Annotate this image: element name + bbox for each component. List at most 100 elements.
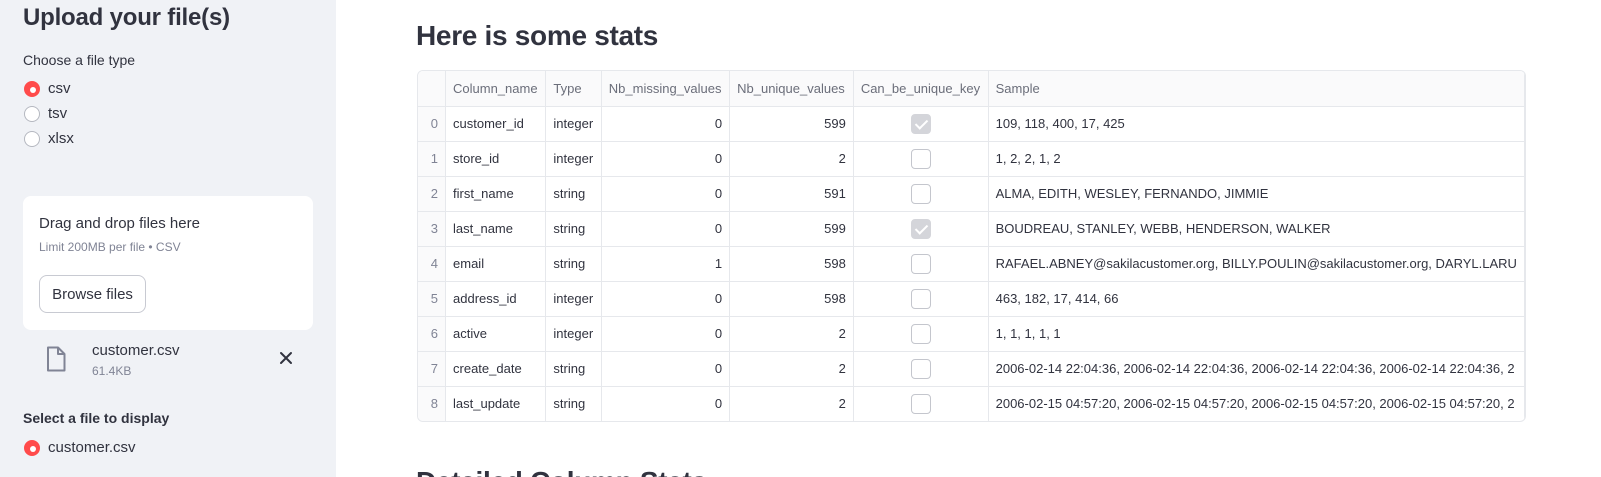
table-cell-name[interactable]: first_name bbox=[445, 176, 547, 212]
row-index-cell[interactable]: 0 bbox=[418, 106, 447, 142]
table-cell-key[interactable] bbox=[853, 211, 989, 247]
file-dropzone[interactable]: Drag and drop files here Limit 200MB per… bbox=[23, 196, 313, 330]
row-index-cell[interactable]: 5 bbox=[418, 281, 447, 317]
radio-button[interactable] bbox=[24, 105, 40, 122]
table-cell-type[interactable]: integer bbox=[545, 316, 602, 352]
table-cell-missing[interactable]: 0 bbox=[601, 281, 731, 317]
table-cell-unique[interactable]: 2 bbox=[729, 386, 854, 421]
table-cell-type[interactable]: string bbox=[545, 211, 602, 247]
table-cell-missing[interactable]: 0 bbox=[601, 316, 731, 352]
row-index-cell[interactable]: 6 bbox=[418, 316, 447, 352]
table-cell-missing[interactable]: 0 bbox=[601, 106, 731, 142]
table-cell-key[interactable] bbox=[853, 281, 989, 317]
table-cell-key[interactable] bbox=[853, 176, 989, 212]
column-header-index[interactable] bbox=[418, 71, 447, 107]
table-cell-missing[interactable]: 0 bbox=[601, 176, 731, 212]
table-cell-unique[interactable]: 599 bbox=[729, 211, 854, 247]
table-cell-missing[interactable]: 1 bbox=[601, 246, 731, 282]
table-cell-name[interactable]: active bbox=[445, 316, 547, 352]
table-cell-key[interactable] bbox=[853, 316, 989, 352]
table-cell-missing[interactable]: 0 bbox=[601, 351, 731, 387]
table-cell-sample[interactable]: 2006-02-14 22:04:36, 2006-02-14 22:04:36… bbox=[988, 351, 1525, 387]
table-cell-sample[interactable]: 463, 182, 17, 414, 66 bbox=[988, 281, 1525, 317]
table-cell-sample[interactable]: 109, 118, 400, 17, 425 bbox=[988, 106, 1525, 142]
unique-key-checkbox[interactable] bbox=[910, 183, 931, 204]
radio-button[interactable] bbox=[24, 439, 40, 456]
radio-button[interactable] bbox=[24, 80, 40, 97]
column-header[interactable]: Nb_missing_values bbox=[601, 71, 731, 107]
row-index-cell[interactable]: 4 bbox=[418, 246, 447, 282]
table-cell-key[interactable] bbox=[853, 106, 989, 142]
unique-key-checkbox[interactable] bbox=[910, 253, 931, 274]
column-header[interactable]: Nb_unique_values bbox=[729, 71, 854, 107]
uploaded-file: customer.csv 61.4KB bbox=[44, 340, 314, 384]
table-cell-type[interactable]: string bbox=[545, 176, 602, 212]
column-header[interactable]: Sample bbox=[988, 71, 1525, 107]
uploaded-file-size: 61.4KB bbox=[92, 364, 132, 378]
stats-table[interactable]: Column_name Type Nb_missing_values Nb_un… bbox=[417, 70, 1526, 422]
column-header[interactable]: Type bbox=[545, 71, 602, 107]
table-cell-missing[interactable]: 0 bbox=[601, 141, 731, 177]
table-cell-unique[interactable]: 2 bbox=[729, 316, 854, 352]
table-cell-type[interactable]: integer bbox=[545, 281, 602, 317]
table-cell-sample[interactable]: 1, 2, 2, 1, 2 bbox=[988, 141, 1525, 177]
row-index-cell[interactable]: 8 bbox=[418, 386, 447, 421]
table-cell-name[interactable]: last_name bbox=[445, 211, 547, 247]
table-cell-sample[interactable]: 2006-02-15 04:57:20, 2006-02-15 04:57:20… bbox=[988, 386, 1525, 421]
row-index-cell[interactable]: 7 bbox=[418, 351, 447, 387]
table-cell-name[interactable]: last_update bbox=[445, 386, 547, 421]
table-cell-unique[interactable]: 2 bbox=[729, 141, 854, 177]
table-cell-missing[interactable]: 0 bbox=[601, 386, 731, 421]
table-cell-missing[interactable]: 0 bbox=[601, 211, 731, 247]
table-cell-key[interactable] bbox=[853, 246, 989, 282]
table-row: 1 store_id integer 0 2 1, 2, 2, 1, 2 bbox=[418, 141, 1525, 177]
radio-option-xlsx[interactable]: xlsx bbox=[24, 130, 74, 147]
table-cell-sample[interactable]: 1, 1, 1, 1, 1 bbox=[988, 316, 1525, 352]
row-index-cell[interactable]: 1 bbox=[418, 141, 447, 177]
display-file-label: Select a file to display bbox=[23, 410, 170, 426]
unique-key-checkbox[interactable] bbox=[910, 358, 931, 379]
radio-label: xlsx bbox=[48, 130, 74, 147]
table-cell-sample[interactable]: RAFAEL.ABNEY@sakilacustomer.org, BILLY.P… bbox=[988, 246, 1525, 282]
radio-option-csv[interactable]: csv bbox=[24, 80, 71, 97]
table-cell-key[interactable] bbox=[853, 141, 989, 177]
radio-button[interactable] bbox=[24, 130, 40, 147]
unique-key-checkbox[interactable] bbox=[910, 148, 931, 169]
table-cell-key[interactable] bbox=[853, 351, 989, 387]
table-cell-type[interactable]: integer bbox=[545, 141, 602, 177]
radio-option-customer-csv[interactable]: customer.csv bbox=[24, 439, 136, 456]
unique-key-checkbox[interactable] bbox=[910, 113, 931, 134]
browse-files-button[interactable]: Browse files bbox=[39, 275, 146, 313]
table-cell-unique[interactable]: 599 bbox=[729, 106, 854, 142]
table-cell-type[interactable]: integer bbox=[545, 106, 602, 142]
row-index-cell[interactable]: 3 bbox=[418, 211, 447, 247]
radio-option-tsv[interactable]: tsv bbox=[24, 105, 67, 122]
stats-table-grid: Column_name Type Nb_missing_values Nb_un… bbox=[418, 71, 1525, 421]
unique-key-checkbox[interactable] bbox=[910, 323, 931, 344]
column-header[interactable]: Can_be_unique_key bbox=[853, 71, 989, 107]
column-header[interactable]: Column_name bbox=[445, 71, 547, 107]
table-cell-name[interactable]: customer_id bbox=[445, 106, 547, 142]
unique-key-checkbox[interactable] bbox=[910, 218, 931, 239]
table-cell-name[interactable]: store_id bbox=[445, 141, 547, 177]
table-cell-sample[interactable]: BOUDREAU, STANLEY, WEBB, HENDERSON, WALK… bbox=[988, 211, 1525, 247]
table-cell-unique[interactable]: 598 bbox=[729, 281, 854, 317]
table-cell-name[interactable]: create_date bbox=[445, 351, 547, 387]
table-cell-type[interactable]: string bbox=[545, 246, 602, 282]
table-cell-name[interactable]: address_id bbox=[445, 281, 547, 317]
table-cell-sample[interactable]: ALMA, EDITH, WESLEY, FERNANDO, JIMMIE bbox=[988, 176, 1525, 212]
radio-label: csv bbox=[48, 80, 71, 97]
table-cell-type[interactable]: string bbox=[545, 351, 602, 387]
unique-key-checkbox[interactable] bbox=[910, 288, 931, 309]
table-cell-name[interactable]: email bbox=[445, 246, 547, 282]
table-cell-key[interactable] bbox=[853, 386, 989, 421]
table-cell-unique[interactable]: 591 bbox=[729, 176, 854, 212]
table-cell-unique[interactable]: 2 bbox=[729, 351, 854, 387]
table-row: 6 active integer 0 2 1, 1, 1, 1, 1 bbox=[418, 316, 1525, 352]
row-index-cell[interactable]: 2 bbox=[418, 176, 447, 212]
radio-label: customer.csv bbox=[48, 439, 136, 456]
table-cell-type[interactable]: string bbox=[545, 386, 602, 421]
table-cell-unique[interactable]: 598 bbox=[729, 246, 854, 282]
close-icon[interactable] bbox=[278, 350, 294, 371]
unique-key-checkbox[interactable] bbox=[910, 393, 931, 414]
